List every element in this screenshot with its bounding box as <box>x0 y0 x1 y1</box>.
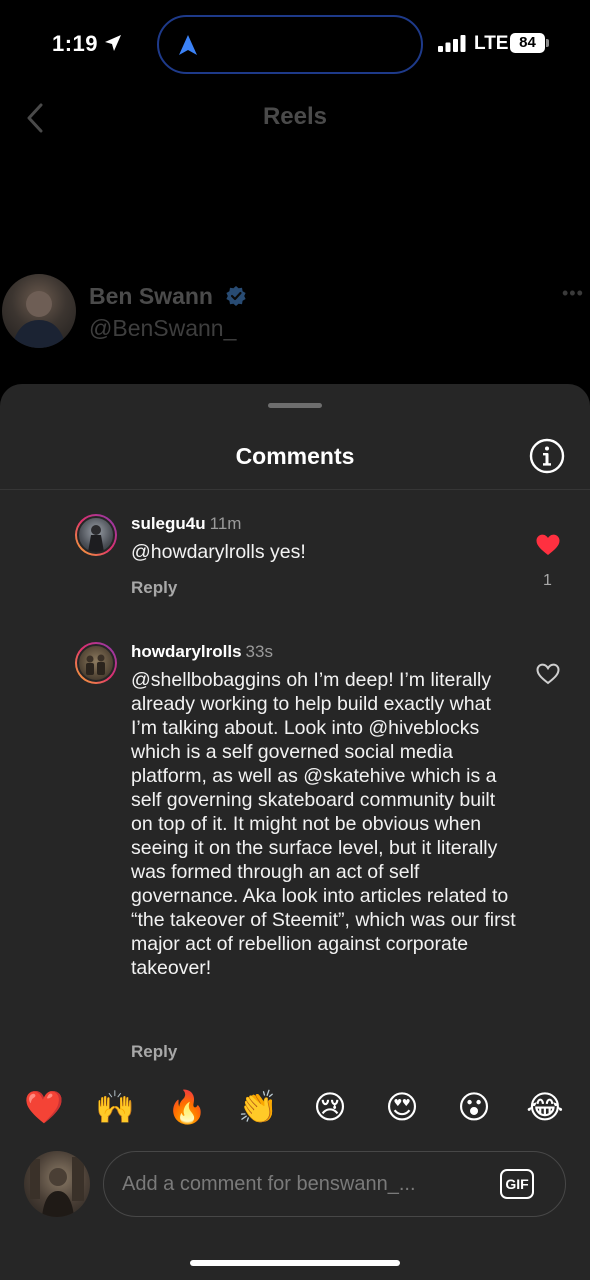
like-count: 1 <box>543 572 552 589</box>
comment-text: @howdarylrolls yes! <box>131 541 306 563</box>
home-indicator[interactable] <box>190 1260 400 1266</box>
emoji-heart-eyes[interactable]: 😍 <box>382 1084 422 1130</box>
verified-badge-icon <box>226 286 246 306</box>
location-arrow-icon <box>105 35 121 51</box>
comment-username-text[interactable]: howdarylrolls <box>131 642 242 661</box>
comment-time: 11m <box>209 514 242 533</box>
status-time: 1:19 <box>52 31 99 56</box>
reply-button[interactable]: Reply <box>131 578 177 598</box>
emoji-raising-hands[interactable]: 🙌 <box>95 1084 135 1130</box>
comment-time: 33s <box>245 642 273 661</box>
commenter-avatar[interactable] <box>75 642 117 684</box>
navigation-arrow-icon <box>179 35 197 55</box>
emoji-laughing-tears[interactable]: 😂 <box>525 1084 565 1130</box>
emoji-reaction-bar: ❤️ 🙌 🔥 👏 😢 😍 😮 😂 <box>0 1084 590 1130</box>
comment-text: @shellbobaggins oh I’m deep! I’m literal… <box>131 669 516 979</box>
emoji-fire[interactable]: 🔥 <box>167 1084 207 1130</box>
comment-username[interactable]: sulegu4u 11m <box>131 514 241 534</box>
people-group-icon <box>86 654 105 675</box>
network-type: LTE <box>474 33 509 54</box>
heart-filled-icon[interactable] <box>535 533 561 557</box>
commenter-avatar[interactable] <box>75 514 117 556</box>
creator-handle[interactable]: @BenSwann_ <box>89 315 236 342</box>
emoji-red-heart[interactable]: ❤️ <box>24 1084 64 1130</box>
person-silhouette-icon <box>30 1157 84 1217</box>
creator-avatar[interactable] <box>2 274 76 348</box>
current-user-avatar[interactable] <box>24 1151 90 1217</box>
comment-input-container: GIF <box>103 1151 566 1217</box>
creator-name[interactable]: Ben Swann <box>89 283 213 310</box>
comment-input[interactable] <box>122 1152 492 1216</box>
divider <box>0 489 590 490</box>
sheet-grabber[interactable] <box>268 403 322 408</box>
comment-username-text[interactable]: sulegu4u <box>131 514 206 533</box>
comment-username[interactable]: howdarylrolls 33s <box>131 642 273 662</box>
signal-icon <box>438 35 466 52</box>
info-icon[interactable] <box>529 438 565 474</box>
emoji-clapping-hands[interactable]: 👏 <box>238 1084 278 1130</box>
page-title: Reels <box>262 103 328 130</box>
dynamic-island[interactable] <box>157 15 423 74</box>
person-silhouette-icon <box>88 525 104 552</box>
sheet-title: Comments <box>235 443 355 469</box>
more-options-button[interactable]: ••• <box>562 283 584 304</box>
battery-indicator: 84 <box>510 33 545 53</box>
reply-button[interactable]: Reply <box>131 1042 177 1062</box>
person-silhouette-icon <box>12 291 66 348</box>
battery-cap <box>546 39 549 47</box>
heart-outline-icon[interactable] <box>535 662 561 686</box>
emoji-astonished-face[interactable]: 😮 <box>454 1084 494 1130</box>
emoji-crying-face[interactable]: 😢 <box>310 1084 350 1130</box>
status-bar: 1:19 LTE 84 <box>0 0 590 90</box>
gif-button[interactable]: GIF <box>500 1169 534 1199</box>
